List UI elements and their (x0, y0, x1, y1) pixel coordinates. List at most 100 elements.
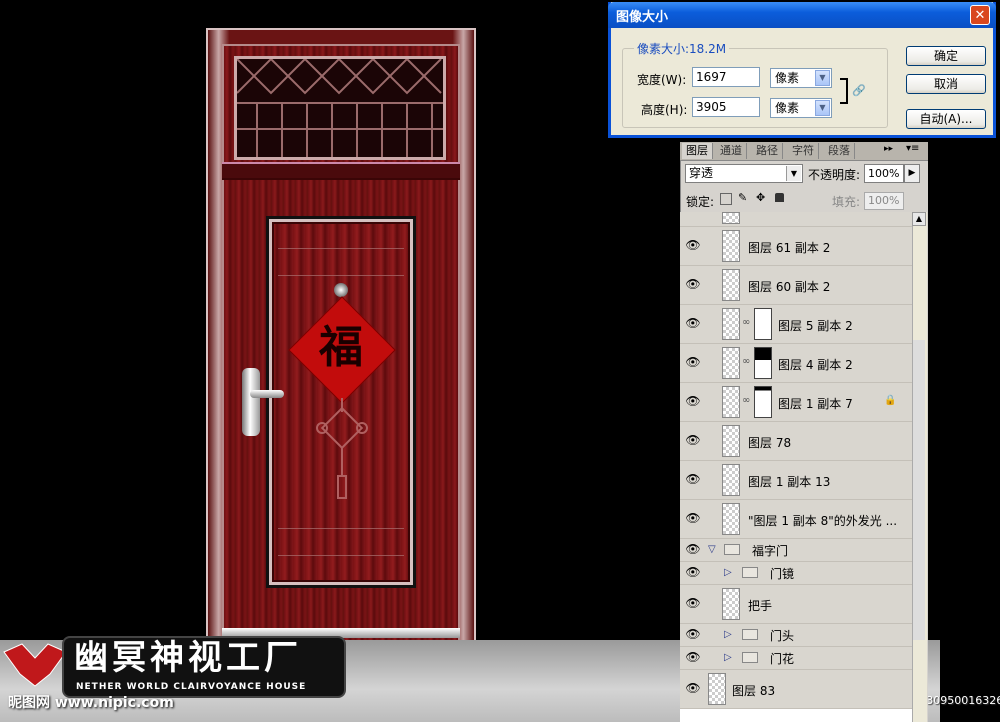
eye-icon[interactable]: 👁 (685, 433, 701, 447)
panel-expand-icon[interactable]: ▸▸ (884, 144, 893, 154)
layer-name: 图层 1 副本 7 (778, 397, 853, 411)
layer-thumbnail (722, 269, 740, 301)
chevron-down-icon: ▼ (786, 166, 801, 181)
fu-character: 福 (319, 322, 363, 373)
layer-thumbnail (722, 588, 740, 620)
group-name: 门头 (770, 629, 795, 643)
eye-icon[interactable]: 👁 (685, 627, 701, 641)
tab-paths[interactable]: 路径 (752, 143, 783, 159)
layer-row[interactable]: 👁 图层 60 副本 2 (680, 266, 912, 305)
meander-border-top (278, 248, 404, 276)
blend-mode-select[interactable]: 穿透 ▼ (685, 164, 803, 183)
layer-thumbnail (722, 464, 740, 496)
opacity-label: 不透明度: (808, 168, 861, 182)
eye-icon[interactable]: 👁 (685, 565, 701, 579)
watermark-title: 幽冥神视工厂 (74, 638, 302, 678)
group-row[interactable]: 👁 ▷ 门头 (680, 624, 912, 647)
eye-icon[interactable]: 👁 (685, 394, 701, 408)
eye-icon[interactable]: 👁 (685, 650, 701, 664)
eye-icon[interactable]: 👁 (685, 596, 701, 610)
layer-thumbnail (722, 212, 740, 224)
opacity-input[interactable]: 100% (864, 164, 904, 183)
layer-thumbnail (722, 503, 740, 535)
folder-icon (742, 567, 758, 578)
scrollbar-thumb[interactable] (913, 340, 925, 640)
layer-row[interactable]: 👁 图层 83 (680, 670, 912, 709)
transom-rail (222, 162, 460, 180)
cancel-button[interactable]: 取消 (906, 74, 986, 94)
scroll-up-icon[interactable]: ▲ (912, 212, 926, 226)
layer-name: 图层 61 副本 2 (748, 241, 831, 255)
expand-triangle-icon[interactable]: ▽ (708, 544, 716, 555)
folder-icon (724, 544, 740, 555)
group-row[interactable]: 👁 ▷ 门镜 (680, 562, 912, 585)
eye-icon[interactable]: 👁 (685, 542, 701, 556)
group-row[interactable]: 👁 ▷ 门花 (680, 647, 912, 670)
fill-input[interactable]: 100% (864, 192, 904, 210)
mask-link-icon[interactable]: ∞ (742, 356, 750, 367)
watermark-logo-icon (3, 643, 67, 687)
group-name: 福字门 (752, 544, 789, 558)
height-unit-select[interactable]: 像素 ▼ (770, 98, 832, 118)
width-label: 宽度(W): (637, 73, 687, 87)
layer-thumbnail (722, 347, 740, 379)
layer-thumbnail (722, 308, 740, 340)
eye-icon[interactable]: 👁 (685, 316, 701, 330)
lock-paint-icon[interactable]: ✎ (738, 191, 747, 204)
eye-icon[interactable]: 👁 (685, 681, 701, 695)
lock-all-icon[interactable] (775, 193, 784, 202)
door-transom-lattice (234, 56, 446, 160)
layer-mask-thumbnail[interactable] (754, 347, 772, 379)
eye-icon[interactable]: 👁 (685, 277, 701, 291)
lock-transparent-icon[interactable] (720, 193, 732, 205)
door-handle-plate (242, 368, 260, 436)
ok-button[interactable]: 确定 (906, 46, 986, 66)
folder-icon (742, 629, 758, 640)
layer-mask-thumbnail[interactable] (754, 308, 772, 340)
width-unit-select[interactable]: 像素 ▼ (770, 68, 832, 88)
collapse-triangle-icon[interactable]: ▷ (724, 652, 732, 663)
tab-character[interactable]: 字符 (788, 143, 819, 159)
eye-icon[interactable]: 👁 (685, 472, 701, 486)
panel-menu-icon[interactable]: ▾≡ (906, 143, 919, 154)
lock-icon: 🔒 (884, 395, 897, 406)
layer-row[interactable]: 👁 图层 78 (680, 422, 912, 461)
opacity-slider-arrow-icon[interactable]: ▶ (904, 164, 920, 183)
door-handle-lever (250, 390, 284, 398)
eye-icon[interactable]: 👁 (685, 511, 701, 525)
layer-row[interactable]: 👁 "图层 1 副本 8"的外发光 ... (680, 500, 912, 539)
layer-row[interactable]: 👁 图层 61 副本 2 (680, 227, 912, 266)
layer-name: 图层 83 (732, 684, 776, 698)
tab-paragraph[interactable]: 段落 (824, 143, 855, 159)
auto-button[interactable]: 自动(A)... (906, 109, 986, 129)
eye-icon[interactable]: 👁 (685, 238, 701, 252)
layer-thumbnail (708, 673, 726, 705)
layer-name: 图层 60 副本 2 (748, 280, 831, 294)
layer-row[interactable]: 👁 ∞ 图层 1 副本 7 🔒 (680, 383, 912, 422)
eye-icon[interactable]: 👁 (685, 355, 701, 369)
collapse-triangle-icon[interactable]: ▷ (724, 567, 732, 578)
layer-row[interactable]: 👁 把手 (680, 585, 912, 624)
layer-row-partial[interactable] (680, 212, 912, 227)
tab-layers[interactable]: 图层 (682, 143, 713, 159)
mask-link-icon[interactable]: ∞ (742, 317, 750, 328)
lock-move-icon[interactable]: ✥ (756, 191, 765, 204)
layer-row[interactable]: 👁 ∞ 图层 4 副本 2 (680, 344, 912, 383)
layer-row[interactable]: 👁 图层 1 副本 13 (680, 461, 912, 500)
close-button[interactable]: ✕ (970, 5, 990, 25)
group-name: 门花 (770, 652, 795, 666)
layer-row[interactable]: 👁 ∞ 图层 5 副本 2 (680, 305, 912, 344)
group-row[interactable]: 👁 ▽ 福字门 (680, 539, 912, 562)
collapse-triangle-icon[interactable]: ▷ (724, 629, 732, 640)
height-input[interactable]: 3905 (692, 97, 760, 117)
fill-label: 填充: (832, 195, 861, 209)
tab-channels[interactable]: 通道 (716, 143, 747, 159)
site-watermark: 昵图网 www.nipic.com (8, 695, 174, 711)
width-input[interactable]: 1697 (692, 67, 760, 87)
peephole (334, 283, 348, 297)
layer-name: 图层 5 副本 2 (778, 319, 853, 333)
watermark-subtitle: NETHER WORLD CLAIRVOYANCE HOUSE (76, 682, 307, 692)
layer-mask-thumbnail[interactable] (754, 386, 772, 418)
mask-link-icon[interactable]: ∞ (742, 395, 750, 406)
chevron-down-icon: ▼ (815, 100, 830, 116)
